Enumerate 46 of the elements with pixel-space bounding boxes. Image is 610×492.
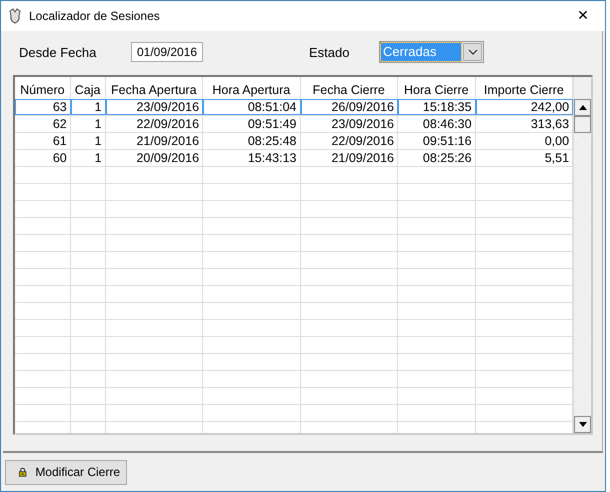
- table-cell: 08:51:04: [203, 99, 301, 115]
- table-cell: 1: [70, 133, 106, 149]
- table-cell: 60: [15, 150, 71, 166]
- column-header[interactable]: Fecha Apertura: [106, 77, 204, 99]
- triangle-up-icon: [578, 105, 587, 110]
- table-cell: 1: [70, 116, 106, 132]
- table-cell: 1: [70, 150, 106, 166]
- app-icon: [7, 8, 23, 24]
- table-cell: 08:25:48: [203, 133, 301, 149]
- table-cell: 1: [70, 99, 106, 115]
- table-cell: 08:46:30: [398, 116, 476, 132]
- table-cell: 08:25:26: [398, 150, 476, 166]
- table-cell: 21/09/2016: [300, 150, 398, 166]
- column-header[interactable]: Hora Cierre: [398, 77, 476, 99]
- table-cell: 62: [15, 116, 71, 132]
- table-cell: 15:43:13: [203, 150, 301, 166]
- modify-close-button[interactable]: Modificar Cierre: [5, 460, 127, 484]
- column-header[interactable]: Número: [15, 77, 71, 99]
- table-cell: 22/09/2016: [106, 116, 204, 132]
- table-cell: 20/09/2016: [106, 150, 204, 166]
- scroll-up-button[interactable]: [574, 99, 591, 116]
- table-cell: 61: [15, 133, 71, 149]
- column-header[interactable]: Fecha Cierre: [300, 77, 398, 99]
- table-cell: 15:18:35: [398, 99, 476, 115]
- chevron-down-icon: [468, 49, 478, 55]
- date-field[interactable]: 01/09/2016: [131, 42, 203, 62]
- window-title: Localizador de Sesiones: [29, 9, 160, 23]
- column-header[interactable]: Hora Apertura: [203, 77, 301, 99]
- state-label: Estado: [309, 44, 350, 60]
- column-header[interactable]: Caja: [70, 77, 106, 99]
- table-cell: 22/09/2016: [300, 133, 398, 149]
- dropdown-button[interactable]: [463, 43, 482, 61]
- table-cell: 242,00: [476, 99, 574, 115]
- table-cell: 21/09/2016: [106, 133, 204, 149]
- table-cell: 23/09/2016: [106, 99, 204, 115]
- scroll-down-button[interactable]: [574, 416, 591, 433]
- lock-icon: [18, 465, 28, 479]
- table-cell: 23/09/2016: [300, 116, 398, 132]
- table-cell: 09:51:49: [203, 116, 301, 132]
- table-cell: 26/09/2016: [300, 99, 398, 115]
- scroll-thumb[interactable]: [574, 116, 591, 133]
- table-cell: 09:51:16: [398, 133, 476, 149]
- triangle-down-icon: [578, 422, 587, 427]
- scrollbar[interactable]: [573, 77, 591, 433]
- table-cell: 63: [15, 99, 71, 115]
- date-label: Desde Fecha: [19, 44, 98, 60]
